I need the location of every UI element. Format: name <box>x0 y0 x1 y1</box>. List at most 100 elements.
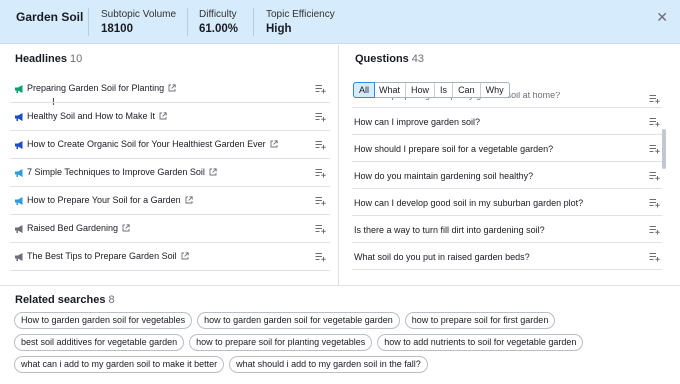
questions-title: Questions 43 <box>355 53 424 65</box>
question-row: How do you maintain gardening soil healt… <box>352 162 662 189</box>
related-searches-panel: Related searches 8 How to garden garden s… <box>0 285 680 384</box>
megaphone-icon <box>15 85 23 93</box>
related-search-chip[interactable]: what should i add to my garden soil in t… <box>229 356 428 373</box>
headline-row: How to Prepare Your Soil for a Garden <box>10 187 330 215</box>
headline-text[interactable]: Preparing Garden Soil for Planting <box>27 83 176 93</box>
filter-is[interactable]: Is <box>435 83 454 97</box>
stat-label: Subtopic Volume <box>101 9 177 20</box>
headline-row: How to Create Organic Soil for Your Heal… <box>10 131 330 159</box>
headline-row: Raised Bed Gardening <box>10 215 330 243</box>
add-to-list-icon[interactable] <box>315 196 326 206</box>
headline-text[interactable]: Healthy Soil and How to Make It <box>27 111 167 121</box>
related-chips: How to garden garden soil for vegetables… <box>14 312 674 373</box>
add-to-list-icon[interactable] <box>649 117 660 127</box>
add-to-list-icon[interactable] <box>315 112 326 122</box>
stat-label: Difficulty <box>199 9 237 20</box>
add-to-list-icon[interactable] <box>315 140 326 150</box>
related-search-chip[interactable]: how to add nutrients to soil for vegetab… <box>377 334 584 351</box>
headline-text[interactable]: The Best Tips to Prepare Garden Soil <box>27 251 189 261</box>
external-link-icon[interactable] <box>209 168 217 176</box>
stat-topic-efficiency: Topic Efficiency High <box>266 9 335 35</box>
megaphone-icon <box>15 169 23 177</box>
question-row: How should I prepare soil for a vegetabl… <box>352 135 662 162</box>
stat-subtopic-volume: Subtopic Volume 18100 <box>101 9 176 35</box>
filter-what[interactable]: What <box>374 83 407 97</box>
stat-value: 18100 <box>101 23 133 35</box>
headline-text[interactable]: 7 Simple Techniques to Improve Garden So… <box>27 167 217 177</box>
headline-text[interactable]: How to Prepare Your Soil for a Garden <box>27 195 193 205</box>
divider <box>253 8 254 36</box>
divider <box>88 8 89 36</box>
topic-title: Garden Soil <box>16 10 84 24</box>
related-search-chip[interactable]: how to garden garden soil for vegetable … <box>197 312 400 329</box>
related-search-chip[interactable]: what can i add to my garden soil to make… <box>14 356 225 373</box>
related-search-chip[interactable]: How to garden garden soil for vegetables <box>14 312 193 329</box>
filter-can[interactable]: Can <box>453 83 481 97</box>
add-to-list-icon[interactable] <box>649 94 660 104</box>
related-title-text: Related searches <box>15 294 106 306</box>
related-search-chip[interactable]: how to prepare soil for first garden <box>404 312 556 329</box>
headline-row: The Best Tips to Prepare Garden Soil <box>10 243 330 271</box>
related-count: 8 <box>108 294 115 306</box>
megaphone-icon <box>15 225 23 233</box>
headlines-count: 10 <box>69 53 83 65</box>
add-to-list-icon[interactable] <box>649 225 660 235</box>
filter-why[interactable]: Why <box>481 83 509 97</box>
add-to-list-icon[interactable] <box>315 168 326 178</box>
related-search-chip[interactable]: how to prepare soil for planting vegetab… <box>189 334 373 351</box>
questions-scrollbar[interactable] <box>662 129 666 169</box>
headline-row: Preparing Garden Soil for Planting <box>10 75 330 103</box>
question-row: What soil do you put in raised garden be… <box>352 243 662 270</box>
external-link-icon[interactable] <box>270 140 278 148</box>
question-row: Is there a way to turn fill dirt into ga… <box>352 216 662 243</box>
question-text[interactable]: How can I improve garden soil? <box>354 117 480 127</box>
question-text[interactable]: How do you maintain gardening soil healt… <box>354 171 533 181</box>
external-link-icon[interactable] <box>159 112 167 120</box>
add-to-list-icon[interactable] <box>315 224 326 234</box>
external-link-icon[interactable] <box>185 196 193 204</box>
question-row: How can I improve garden soil? <box>352 108 662 135</box>
question-text[interactable]: Is there a way to turn fill dirt into ga… <box>354 225 545 235</box>
add-to-list-icon[interactable] <box>649 144 660 154</box>
question-filter-group: All What How Is Can Why <box>353 82 510 98</box>
related-search-chip[interactable]: best soil additives for vegetable garden <box>14 334 185 351</box>
headline-text[interactable]: Raised Bed Gardening <box>27 223 130 233</box>
stat-value: High <box>266 23 292 35</box>
divider <box>187 8 188 36</box>
headlines-title: Headlines 10 <box>15 53 82 65</box>
megaphone-icon <box>15 197 23 205</box>
add-to-list-icon[interactable] <box>315 252 326 262</box>
headline-text[interactable]: How to Create Organic Soil for Your Heal… <box>27 139 278 149</box>
question-row: How can I develop good soil in my suburb… <box>352 189 662 216</box>
megaphone-icon <box>15 253 23 261</box>
filter-all[interactable]: All <box>353 82 376 98</box>
related-title: Related searches 8 <box>15 294 115 306</box>
megaphone-icon <box>15 141 23 149</box>
filter-how[interactable]: How <box>406 83 436 97</box>
headlines-list: Preparing Garden Soil for Planting Health… <box>10 75 330 271</box>
questions-panel: Questions43 AllWhatHowIsCanWhy How do i … <box>340 45 680 285</box>
questions-count: 43 <box>411 53 425 65</box>
questions-title-text: Questions <box>355 53 409 65</box>
headlines-panel: Headlines 10 I Preparing Garden Soil for … <box>0 45 339 285</box>
headline-row: 7 Simple Techniques to Improve Garden So… <box>10 159 330 187</box>
add-to-list-icon[interactable] <box>649 252 660 262</box>
stat-difficulty: Difficulty 61.00% <box>199 9 238 35</box>
add-to-list-icon[interactable] <box>649 171 660 181</box>
question-text[interactable]: What soil do you put in raised garden be… <box>354 252 530 262</box>
add-to-list-icon[interactable] <box>315 84 326 94</box>
headlines-title-text: Headlines <box>15 53 67 65</box>
external-link-icon[interactable] <box>168 84 176 92</box>
close-icon[interactable]: ✕ <box>656 10 668 24</box>
megaphone-icon <box>15 113 23 121</box>
add-to-list-icon[interactable] <box>649 198 660 208</box>
stat-value: 61.00% <box>199 23 239 35</box>
question-text[interactable]: How should I prepare soil for a vegetabl… <box>354 144 553 154</box>
questions-list: How do i prepare good quality garden soi… <box>352 92 662 278</box>
question-text[interactable]: How can I develop good soil in my suburb… <box>354 198 583 208</box>
topic-header: Garden Soil Subtopic Volume 18100 Diffic… <box>0 0 680 44</box>
external-link-icon[interactable] <box>122 224 130 232</box>
external-link-icon[interactable] <box>181 252 189 260</box>
stat-label: Topic Efficiency <box>266 9 335 20</box>
headline-row: Healthy Soil and How to Make It <box>10 103 330 131</box>
